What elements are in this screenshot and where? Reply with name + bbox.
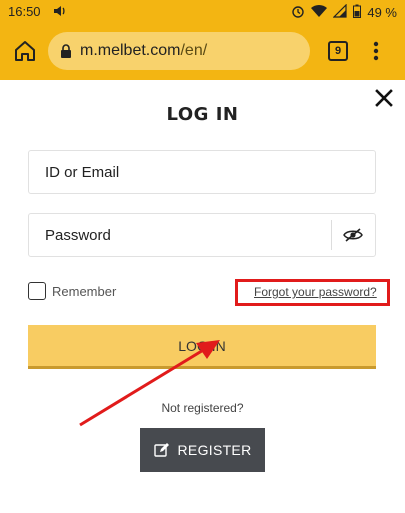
register-button-label: REGISTER — [177, 442, 252, 458]
url-bar[interactable]: m.melbet.com/en/ — [48, 32, 310, 70]
register-button[interactable]: REGISTER — [140, 428, 265, 472]
password-divider — [331, 220, 332, 250]
browser-toolbar: m.melbet.com/en/ 9 — [0, 24, 405, 80]
wifi-icon — [311, 4, 328, 21]
remember-checkbox[interactable] — [28, 282, 46, 300]
id-email-input[interactable] — [45, 151, 325, 193]
alarm-icon — [291, 4, 305, 21]
tab-switcher-button[interactable]: 9 — [328, 41, 348, 61]
edit-icon — [153, 442, 170, 458]
remember-label: Remember — [52, 283, 117, 299]
url-path: /en/ — [180, 42, 208, 59]
password-input[interactable] — [45, 214, 325, 256]
home-icon[interactable] — [12, 38, 38, 64]
volume-icon — [53, 4, 67, 23]
forgot-password-link[interactable]: Forgot your password? — [254, 285, 377, 299]
status-bar: 16:50 49 % — [0, 0, 405, 24]
signal-icon — [332, 3, 347, 21]
battery-icon — [353, 4, 362, 21]
status-time: 16:50 — [8, 4, 41, 19]
login-button[interactable]: LOG IN — [28, 325, 376, 369]
password-field[interactable] — [28, 213, 376, 257]
not-registered-text: Not registered? — [161, 401, 244, 415]
more-menu-icon[interactable] — [371, 40, 381, 62]
status-icons: 49 % — [291, 3, 397, 21]
remember-checkbox-row[interactable]: Remember — [28, 282, 116, 300]
id-email-field[interactable] — [28, 150, 376, 194]
modal-title: LOG IN — [166, 104, 239, 125]
lock-icon — [60, 43, 72, 59]
url-domain: m.melbet.com — [80, 42, 181, 59]
battery-level: 49 % — [367, 5, 397, 20]
show-password-eye-icon[interactable] — [343, 227, 363, 243]
